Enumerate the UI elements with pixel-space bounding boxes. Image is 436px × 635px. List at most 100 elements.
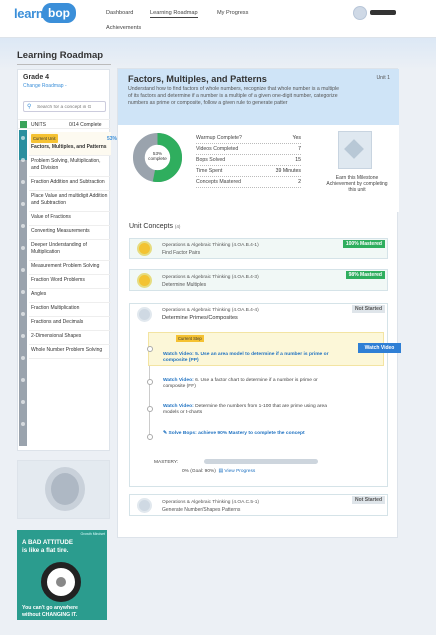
avatar[interactable] [353, 6, 367, 20]
poster-line-2: is like a flat tire. [22, 547, 69, 554]
mastery-line: 0% (Goal: 90%) ▤ View Progress [182, 469, 255, 474]
sidebar-unit-item[interactable]: Value of Fractions [29, 212, 111, 226]
mastery-bar [204, 459, 318, 464]
step-video-5[interactable]: Watch Video: 5. Use an area model to det… [163, 352, 331, 365]
stat-label: Time Spent [196, 168, 223, 174]
search-icon: ⚲ [27, 104, 32, 110]
stat-row: Concepts Mastered 2 [196, 177, 301, 188]
stat-value: Yes [292, 135, 301, 141]
step-dot [147, 346, 153, 352]
step-text: achieve 90% Mastery to complete the conc… [198, 431, 305, 436]
sidebar-unit-item[interactable]: Deeper Understanding of Multiplication [29, 240, 111, 261]
sidebar-unit-label: 2-Dimensional Shapes [31, 333, 82, 339]
sidebar-unit-label: Angles [31, 291, 47, 297]
concept-search-input[interactable] [37, 103, 105, 111]
sidebar-unit-item[interactable]: 2-Dimensional Shapes [29, 331, 111, 345]
stat-row: Warmup Complete? Yes [196, 133, 301, 144]
step-solve-bops[interactable]: ✎ Solve Bops: achieve 90% Mastery to com… [163, 431, 331, 437]
sidebar-unit-item[interactable]: Whole Number Problem Solving [29, 345, 111, 359]
concept-code: Operations & Algebraic Thinking (4.OA.C.… [162, 500, 259, 505]
sidebar-unit-label: Fractions and Decimals [31, 319, 84, 325]
stat-row: Videos Completed 7 [196, 144, 301, 155]
milestone-achievement: Earn this Milestone Achievement by compl… [322, 131, 392, 193]
watch-video-button[interactable]: Watch Video [358, 343, 401, 353]
step-prefix: Solve Bops: [168, 431, 197, 436]
concept-card[interactable]: Operations & Algebraic Thinking (4.OA.C.… [129, 494, 388, 516]
units-label: UNITS [31, 122, 46, 128]
concept-card-expanded[interactable]: Operations & Algebraic Thinking (4.OA.B.… [129, 303, 401, 487]
concept-search[interactable]: ⚲ [23, 101, 106, 112]
stat-label: Bops Solved [196, 157, 226, 163]
poster-footer: You can't go anywhere without CHANGING I… [22, 605, 78, 619]
step-video-7[interactable]: Watch Video: Determine the numbers from … [163, 404, 331, 417]
nav-my-progress[interactable]: My Progress [217, 10, 248, 16]
step-dot [147, 379, 153, 385]
stat-value: 39 Minutes [275, 168, 301, 174]
sidebar-unit-item[interactable]: Fractions and Decimals [29, 317, 111, 331]
sidebar-unit-item[interactable]: Current Unit 53% Factors, Multiples, and P… [29, 132, 117, 156]
donut-label: 53% complete [132, 151, 183, 161]
unit-progress-dot [21, 136, 25, 140]
concept-name: Generate Number/Shapes Patterns [162, 507, 241, 513]
sidebar-unit-label: Converting Measurements [31, 228, 90, 234]
nav-learning-roadmap[interactable]: Learning Roadmap [150, 10, 198, 18]
nav-achievements[interactable]: Achievements [106, 25, 141, 31]
unit-list: Current Unit 53% Factors, Multiples, and P… [29, 132, 117, 359]
status-badge: 100% Mastered [342, 240, 385, 248]
top-bar: learn bop Dashboard Learning Roadmap My … [0, 0, 436, 38]
username-redacted[interactable] [370, 10, 396, 15]
step-video-6[interactable]: Watch Video: 6. Use a factor chart to de… [163, 378, 331, 391]
lightbulb-icon [137, 273, 152, 288]
nav-dashboard[interactable]: Dashboard [106, 10, 133, 16]
sidebar-unit-label: Place Value and multidigit Addition and … [31, 193, 108, 206]
logo-text-bop: bop [42, 3, 76, 23]
trophy-badge-inner [51, 473, 79, 505]
sidebar-unit-item[interactable]: Converting Measurements [29, 226, 111, 240]
current-step-badge: Current Step [176, 335, 204, 342]
sidebar-unit-item[interactable]: Fraction Word Problems [29, 275, 111, 289]
unit-progress-dot [21, 290, 25, 294]
logo-text-learn: learn [14, 6, 44, 21]
sidebar-unit-item[interactable]: Fraction Addition and Subtraction [29, 177, 111, 191]
view-progress-link[interactable]: View Progress [224, 469, 255, 474]
unit-detail-panel: Factors, Multiples, and Patterns Unit 1 … [117, 68, 401, 538]
step-prefix: Watch Video: [163, 404, 194, 409]
sidebar-unit-item[interactable]: Angles [29, 289, 111, 303]
change-roadmap-link[interactable]: Change Roadmap - [23, 83, 67, 89]
unit-progress-dot [21, 180, 25, 184]
status-badge: 98% Mastered [345, 271, 385, 279]
sidebar-unit-item[interactable]: Fraction Multiplication [29, 303, 111, 317]
unit-progress-dot [21, 268, 25, 272]
unit-header: Factors, Multiples, and Patterns Unit 1 … [118, 69, 399, 125]
sidebar-unit-label: Fraction Addition and Subtraction [31, 179, 105, 185]
concepts-title: Unit Concepts [129, 223, 173, 230]
donut-caption: complete [148, 156, 167, 161]
units-complete-count: 0/14 Complete [69, 122, 102, 128]
unit-progress-dot [21, 422, 25, 426]
status-badge: Not Started [352, 305, 385, 313]
unit-progress-dot [21, 378, 25, 382]
mastery-label: MASTERY: [154, 460, 179, 465]
sidebar-unit-item[interactable]: Measurement Problem Solving [29, 261, 111, 275]
poster-headline: A BAD ATTITUDE is like a flat tire. [22, 539, 73, 555]
concept-name: Determine Multiples [162, 282, 207, 288]
stat-value: 2 [298, 179, 301, 185]
concept-card[interactable]: Operations & Algebraic Thinking (4.OA.B.… [129, 269, 388, 291]
current-unit-marker [19, 130, 27, 160]
step-dot [147, 434, 153, 440]
current-unit-percent: 53% [107, 136, 118, 142]
units-icon [20, 121, 27, 128]
unit-number: Unit 1 [376, 75, 390, 81]
concept-card[interactable]: Operations & Algebraic Thinking (4.OA.B.… [129, 238, 388, 259]
stat-label: Videos Completed [196, 146, 239, 152]
concept-name: Determine Primes/Composites [162, 315, 238, 321]
units-header: UNITS 0/14 Complete [18, 119, 111, 129]
learnbop-logo[interactable]: learn bop [14, 3, 76, 25]
sidebar-unit-item[interactable]: Place Value and multidigit Addition and … [29, 191, 111, 212]
sidebar-unit-label: Fraction Multiplication [31, 305, 80, 311]
concept-code: Operations & Algebraic Thinking (4.OA.B.… [162, 308, 259, 313]
step-prefix: Watch Video: [163, 352, 194, 357]
stat-row: Bops Solved 15 [196, 155, 301, 166]
unit-progress-dot [21, 356, 25, 360]
sidebar-unit-item[interactable]: Problem Solving, Multiplication, and Div… [29, 156, 111, 177]
